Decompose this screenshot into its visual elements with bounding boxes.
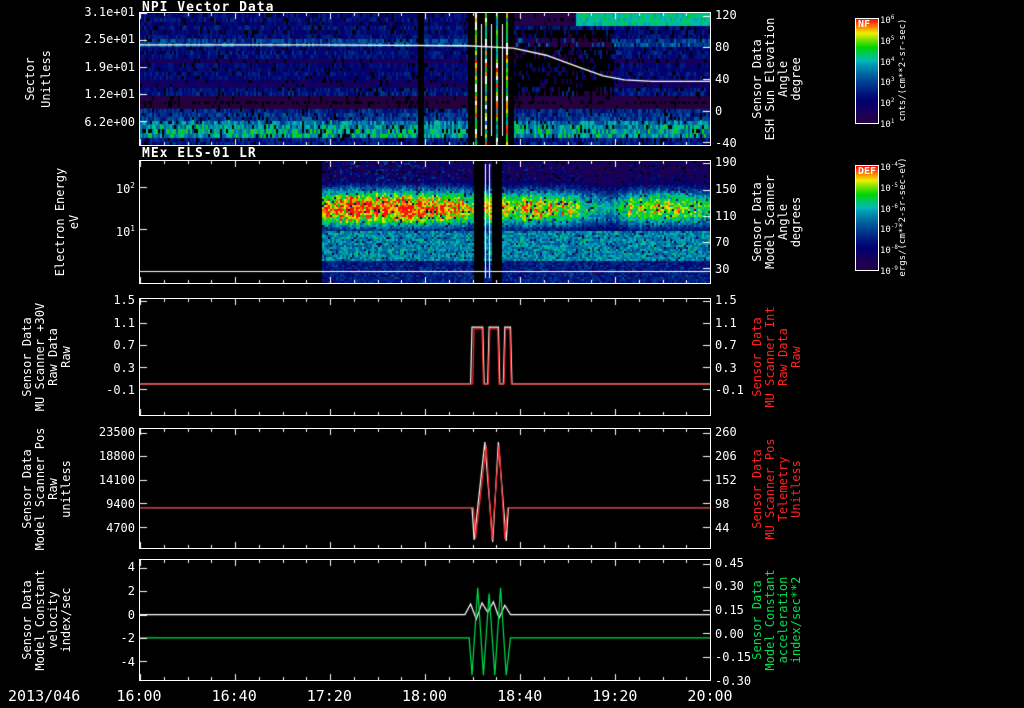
colorbar-1	[855, 165, 879, 271]
y-axis-label-right: acceleration	[776, 576, 790, 664]
time-tick-label: 16:40	[211, 687, 257, 705]
panel-title-els: MEx ELS-01 LR	[142, 146, 257, 161]
y-axis-label-right: Sensor Data	[750, 317, 764, 397]
y-tick-left: 4	[127, 559, 135, 574]
y-axis-label-right: MU Scanner Pos	[763, 437, 777, 540]
y-axis-label-right: Angle	[776, 203, 790, 241]
y-axis-label-right: Model Scanner	[763, 175, 777, 269]
y-tick-left: 9400	[106, 496, 135, 511]
colorbar-name-0: NF	[858, 19, 871, 30]
y-tick-left: -2	[120, 631, 135, 646]
y-tick-left: 2.5e+01	[84, 32, 135, 47]
y-axis-label-right: degrees	[789, 196, 803, 248]
y-axis-label-right: Sensor Data	[750, 39, 764, 119]
colorbar-0	[855, 18, 879, 124]
y-tick-left: 1.5	[113, 293, 135, 308]
y-axis-label-left: unitless	[59, 459, 73, 518]
y-axis-label-right: Sensor Data	[750, 448, 764, 529]
y-axis-label-left: Raw	[46, 477, 60, 500]
time-tick-label: 17:20	[306, 687, 352, 705]
y-axis-label-right: Sensor Data	[750, 580, 764, 660]
y-tick-left: 6.2e+00	[84, 114, 135, 129]
y-tick-left: 23500	[98, 424, 135, 439]
y-tick-left: 102	[115, 181, 135, 197]
y-tick-left: 1.9e+01	[84, 59, 135, 74]
y-axis-label-left: Sensor Data	[20, 448, 34, 529]
y-tick-left: -4	[120, 654, 135, 669]
y-tick-left: 3.1e+01	[84, 5, 135, 19]
y-axis-label-right: index/sec**2	[789, 576, 803, 664]
y-axis-label-right: Raw Data	[776, 328, 790, 386]
colorbar-units: cnts/(cm**2-sr-sec)	[898, 18, 908, 122]
y-axis-label-left: eV	[67, 214, 81, 230]
plot-area-2	[139, 298, 711, 416]
y-tick-right: 1.5	[715, 293, 737, 308]
plot-area-1	[139, 160, 711, 284]
y-axis-label-right: Unitless	[789, 459, 803, 518]
y-tick-right: 120	[715, 7, 737, 22]
y-axis-label-right: Sensor Data	[750, 182, 764, 262]
y-tick-right: 260	[715, 424, 737, 439]
y-tick-left: 1.2e+01	[84, 87, 135, 102]
y-tick-left: 0	[127, 607, 135, 622]
y-tick-left: 1.1	[113, 315, 135, 330]
plot-canvas-1	[140, 161, 710, 283]
y-axis-label-right: Angle	[776, 60, 790, 98]
y-tick-left: 2	[127, 583, 135, 598]
y-tick-right: -0.30	[715, 674, 752, 688]
y-axis-label-right: Telemetry	[776, 455, 790, 522]
colorbar-name-1: DEF	[858, 166, 877, 177]
y-axis-label-left: Electron Energy	[53, 167, 67, 277]
y-axis-label-left: Sensor Data	[20, 317, 34, 397]
y-axis-label-left: Sector	[23, 57, 37, 101]
time-tick-label: 16:00	[116, 687, 162, 705]
colorbar-gradient-1	[856, 166, 878, 270]
colorbar-gradient-0	[856, 19, 878, 123]
y-axis-label-left: velocity	[46, 591, 60, 649]
y-axis-label-right: Model Constant	[763, 569, 777, 671]
y-axis-label-left: Raw Data	[46, 328, 60, 386]
plot-area-0	[139, 12, 711, 146]
y-tick-left: 0.3	[113, 360, 135, 375]
colorbar-units: ergs/(cm**2-sr-sec-eV)	[898, 157, 908, 277]
plot-area-4	[139, 559, 711, 681]
y-tick-right: 0.45	[715, 555, 744, 570]
y-axis-label-left: Model Constant	[33, 569, 47, 671]
science-plot-screen: NPI Vector Data MEx ELS-01 LR 3.1e+01 2.5…	[0, 0, 1024, 708]
y-tick-left: 18800	[98, 448, 135, 463]
plot-canvas-3	[140, 429, 710, 548]
plot-canvas-0	[140, 13, 710, 145]
y-axis-label-right: Raw	[789, 346, 803, 368]
y-tick-left: 14100	[98, 472, 135, 487]
y-tick-right: 190	[715, 155, 737, 170]
y-tick-left: 0.7	[113, 338, 135, 353]
time-tick-label: 18:00	[401, 687, 448, 705]
plot-canvas-4	[140, 560, 710, 680]
plot-canvas-2	[140, 299, 710, 415]
time-tick-label: 19:20	[592, 687, 638, 705]
y-axis-label-right: ESH Sun Elevation	[763, 17, 777, 141]
y-tick-left: 4700	[106, 520, 135, 535]
plot-area-3	[139, 428, 711, 549]
time-tick-label: 18:40	[497, 687, 543, 705]
date-label: 2013/046	[8, 687, 81, 705]
y-axis-label-left: Raw	[59, 346, 73, 368]
y-tick-right: -40	[715, 136, 737, 151]
y-tick-right: 30	[715, 262, 730, 277]
y-tick-left: 101	[115, 224, 135, 240]
y-axis-label-left: Model Scanner Pos	[33, 427, 47, 550]
y-axis-label-left: Sensor Data	[20, 580, 34, 660]
y-axis-label-right: degree	[789, 57, 803, 101]
time-tick-label: 20:00	[687, 687, 733, 705]
y-axis-label-left: MU Scanner +30V	[33, 302, 47, 412]
y-axis-label-left: Unitless	[39, 50, 53, 108]
y-tick-left: -0.1	[106, 383, 135, 398]
y-axis-label-right: MU Scanner Int	[763, 306, 777, 408]
y-axis-label-left: index/sec	[59, 587, 73, 653]
